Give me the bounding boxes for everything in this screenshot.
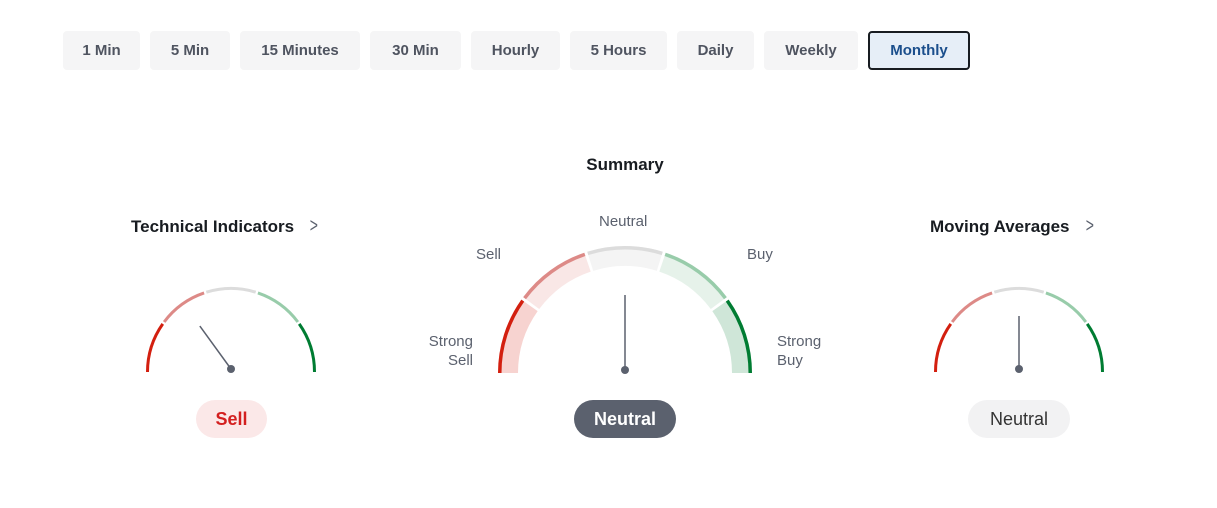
gauge-arc-buy [1045,291,1088,323]
gauge-band-strong-buy [712,299,752,374]
gauge-arc-sell [950,291,993,323]
gauge-needle-pivot [1015,365,1023,373]
moving-averages-result-badge: Neutral [968,400,1070,438]
moving-averages-gauge [934,287,1104,373]
gauge-arc-strong-sell [146,323,165,373]
gauge-band-strong-sell [498,299,538,374]
gauge-arc-buy [257,291,300,323]
gauge-arc-strong-buy [1085,323,1104,373]
gauge-arc-neutral [993,287,1045,294]
gauge-arc-neutral [205,287,257,294]
gauge-arc-strong-sell [934,323,953,373]
gauge-arc-strong-buy [297,323,316,373]
technical-indicators-gauge [146,287,316,373]
gauge-needle [199,325,232,370]
summary-result-badge: Neutral [574,400,676,438]
summary-gauge [498,246,752,374]
gauge-needle-pivot [621,366,629,374]
gauge-arc-sell [162,291,205,323]
gauge-band-neutral [587,246,663,271]
gauge-needle-pivot [227,365,235,373]
technical-indicators-result-badge: Sell [196,400,267,438]
